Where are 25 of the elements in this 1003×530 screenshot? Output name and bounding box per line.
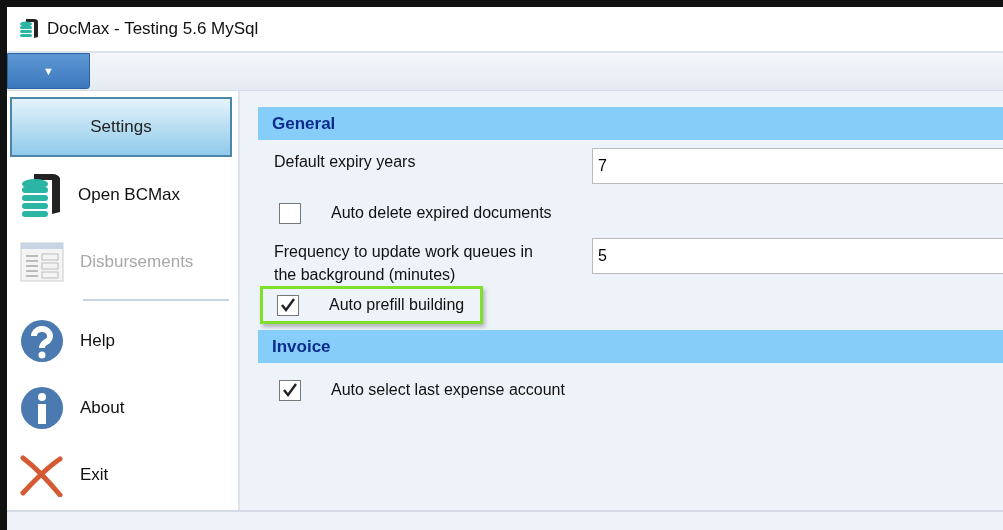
settings-button[interactable]: Settings — [10, 97, 232, 157]
section-header: Invoice — [258, 330, 1003, 363]
checkbox-label: Auto select last expense account — [331, 380, 565, 400]
sidebar-item[interactable]: Exit — [10, 441, 232, 508]
exit-icon — [20, 452, 64, 497]
form-icon — [20, 241, 64, 282]
sidebar-item[interactable]: About — [10, 374, 232, 441]
input-field[interactable]: 5 — [592, 238, 1003, 274]
field-label: Frequency to update work queues in the background (minutes) — [274, 242, 534, 285]
checkbox[interactable] — [277, 294, 299, 316]
checkbox-label: Auto prefill building — [329, 295, 465, 315]
field-label: Default expiry years — [274, 152, 417, 172]
database-icon — [20, 171, 62, 218]
checkbox[interactable] — [279, 379, 301, 401]
window-title: DocMax - Testing 5.6 MySql — [47, 18, 259, 41]
sidebar-item[interactable]: Help — [10, 307, 232, 374]
sidebar-item[interactable]: Open BCMax — [10, 161, 232, 228]
menu-dropdown-button[interactable]: ▼ — [7, 53, 90, 89]
info-icon — [20, 385, 64, 430]
checkbox-label: Auto delete expired documents — [331, 203, 552, 223]
help-icon — [20, 318, 64, 363]
section-header: General — [258, 107, 1003, 140]
input-field[interactable]: 7 — [592, 148, 1003, 184]
checkbox[interactable] — [279, 202, 301, 224]
app-icon — [19, 18, 39, 40]
